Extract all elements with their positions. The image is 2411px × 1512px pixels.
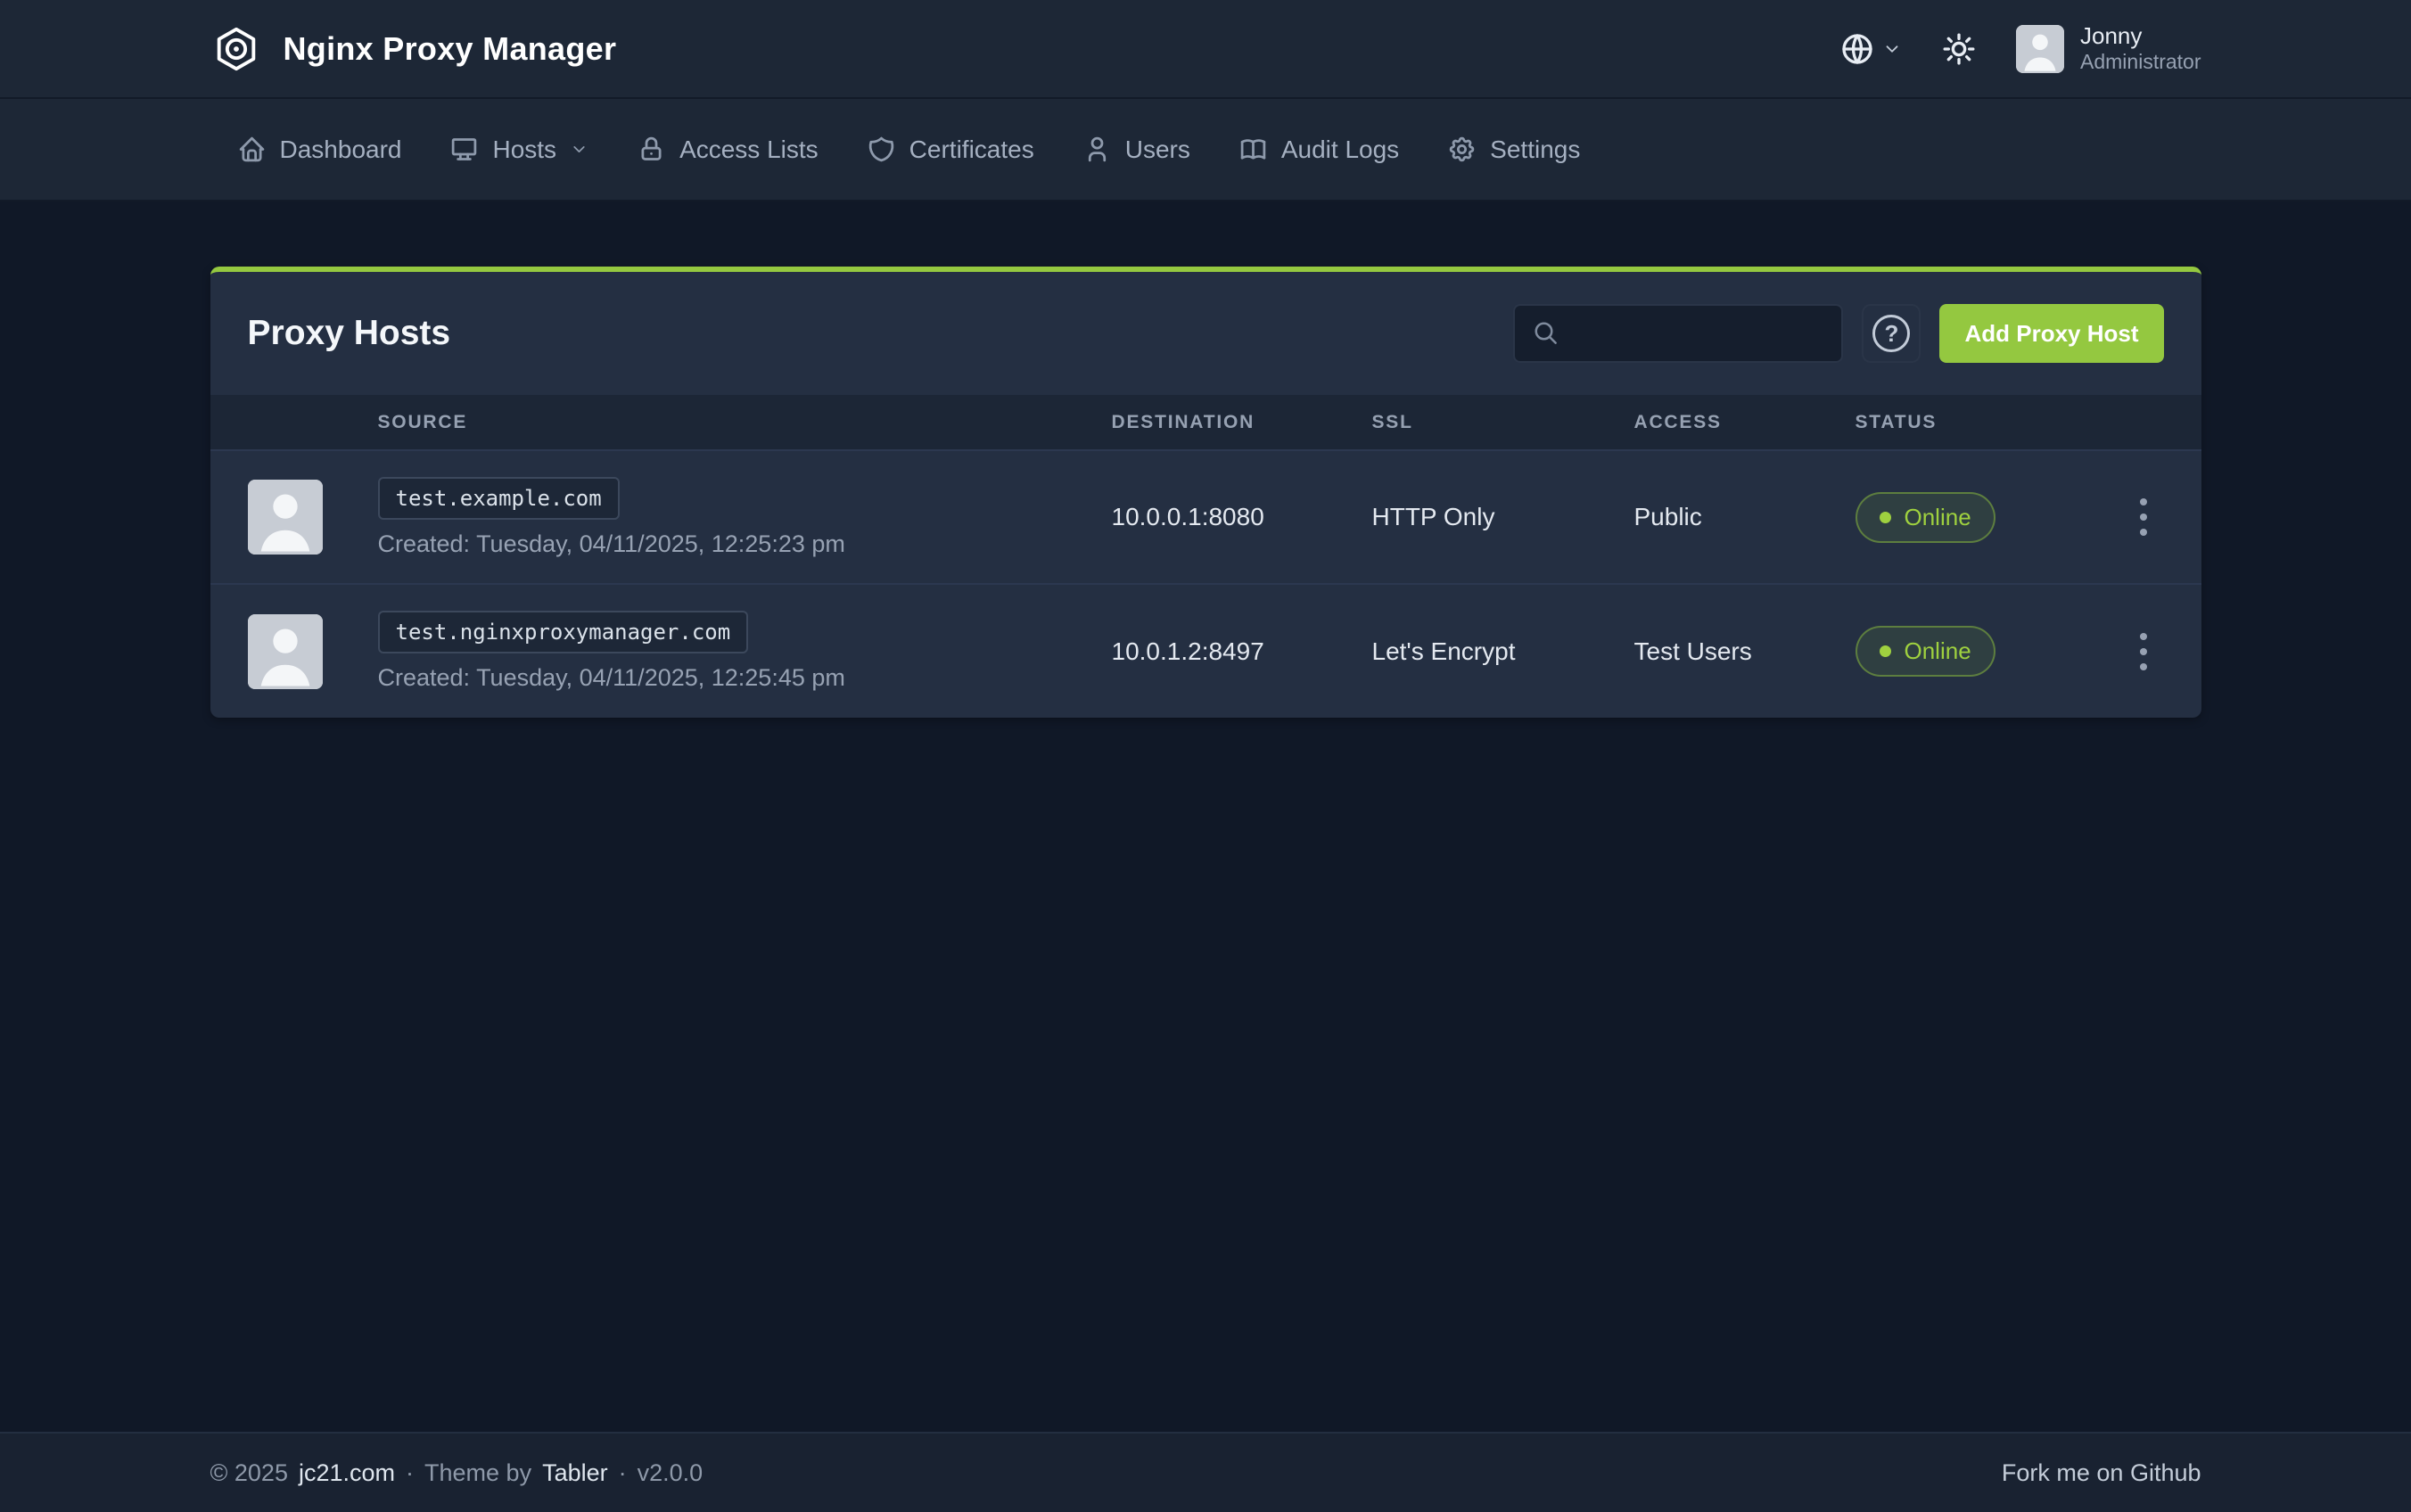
table-row[interactable]: test.nginxproxymanager.com Created: Tues…	[210, 584, 2201, 718]
column-header-actions	[2086, 395, 2201, 450]
dot-icon	[1880, 645, 1891, 657]
status-label: Online	[1905, 504, 1971, 531]
home-icon	[237, 135, 267, 164]
access-cell: Public	[1634, 503, 1702, 530]
user-role: Administrator	[2080, 50, 2201, 75]
status-badge: Online	[1856, 626, 1995, 677]
theme-toggle-button[interactable]	[1941, 31, 1977, 67]
app-title: Nginx Proxy Manager	[284, 30, 617, 68]
nav-label: Settings	[1490, 136, 1580, 164]
column-header-spacer	[210, 395, 378, 450]
globe-icon	[1839, 31, 1875, 67]
column-header-ssl: SSL	[1372, 395, 1634, 450]
nav-item-access-lists[interactable]: Access Lists	[637, 135, 819, 164]
separator: ·	[619, 1459, 627, 1487]
nav-label: Dashboard	[280, 136, 402, 164]
app-header: Nginx Proxy Manager	[0, 0, 2411, 99]
help-button[interactable]: ?	[1862, 304, 1921, 363]
book-icon	[1238, 135, 1268, 164]
add-proxy-host-button[interactable]: Add Proxy Host	[1939, 304, 2163, 363]
nav-item-certificates[interactable]: Certificates	[867, 135, 1034, 164]
theme-by-text: Theme by	[424, 1459, 531, 1487]
user-icon	[1082, 135, 1112, 164]
nav-item-users[interactable]: Users	[1082, 135, 1190, 164]
ssl-cell: Let's Encrypt	[1372, 637, 1516, 665]
app-footer: © 2025 jc21.com · Theme by Tabler · v2.0…	[0, 1432, 2411, 1512]
version-text: v2.0.0	[638, 1459, 704, 1487]
user-menu[interactable]: Jonny Administrator	[2016, 22, 2201, 75]
nav-item-settings[interactable]: Settings	[1447, 135, 1580, 164]
status-label: Online	[1905, 637, 1971, 665]
column-header-access: ACCESS	[1634, 395, 1856, 450]
table-header-row: SOURCE DESTINATION SSL ACCESS STATUS	[210, 395, 2201, 450]
column-header-destination: DESTINATION	[1112, 395, 1372, 450]
fork-github-link[interactable]: Fork me on Github	[2002, 1459, 2201, 1487]
created-text: Created: Tuesday, 04/11/2025, 12:25:45 p…	[378, 664, 1112, 692]
nav-item-hosts[interactable]: Hosts	[449, 135, 588, 164]
language-selector[interactable]	[1839, 31, 1902, 67]
monitor-icon	[449, 135, 479, 164]
search-input[interactable]	[1513, 304, 1843, 363]
chevron-down-icon	[570, 140, 588, 159]
dot-icon	[1880, 512, 1891, 523]
separator: ·	[406, 1459, 414, 1487]
destination-cell: 10.0.1.2:8497	[1112, 637, 1264, 665]
user-name: Jonny	[2080, 22, 2201, 50]
lock-icon	[637, 135, 666, 164]
brand-link[interactable]: Nginx Proxy Manager	[210, 23, 617, 75]
nav-label: Audit Logs	[1281, 136, 1399, 164]
nav-label: Users	[1125, 136, 1190, 164]
host-badge: test.nginxproxymanager.com	[378, 611, 749, 653]
column-header-source: SOURCE	[378, 395, 1112, 450]
search-icon	[1533, 320, 1559, 347]
host-badge: test.example.com	[378, 477, 620, 520]
created-text: Created: Tuesday, 04/11/2025, 12:25:23 p…	[378, 530, 1112, 558]
avatar	[248, 480, 323, 555]
row-actions-button[interactable]	[2129, 488, 2158, 546]
avatar	[2016, 25, 2064, 73]
proxy-hosts-table: SOURCE DESTINATION SSL ACCESS STATUS	[210, 395, 2201, 718]
sun-icon	[1941, 31, 1977, 67]
status-badge: Online	[1856, 492, 1995, 543]
nav-label: Certificates	[909, 136, 1034, 164]
tabler-link[interactable]: Tabler	[542, 1459, 608, 1487]
row-actions-button[interactable]	[2129, 622, 2158, 681]
nav-item-dashboard[interactable]: Dashboard	[237, 135, 402, 164]
page-title: Proxy Hosts	[248, 314, 451, 353]
help-circle-icon: ?	[1872, 315, 1910, 352]
jc21-link[interactable]: jc21.com	[299, 1459, 395, 1487]
gear-icon	[1447, 135, 1477, 164]
proxy-hosts-card: Proxy Hosts ? Add Proxy Host	[210, 267, 2201, 718]
nav-label: Access Lists	[679, 136, 819, 164]
column-header-status: STATUS	[1856, 395, 2086, 450]
table-row[interactable]: test.example.com Created: Tuesday, 04/11…	[210, 450, 2201, 584]
shield-icon	[867, 135, 896, 164]
nav-item-audit-logs[interactable]: Audit Logs	[1238, 135, 1399, 164]
npm-logo-icon	[210, 23, 262, 75]
main-nav: Dashboard Hosts Access Lists C	[0, 99, 2411, 200]
avatar	[248, 614, 323, 689]
destination-cell: 10.0.0.1:8080	[1112, 503, 1264, 530]
copyright-text: © 2025	[210, 1459, 288, 1487]
ssl-cell: HTTP Only	[1372, 503, 1495, 530]
chevron-down-icon	[1882, 39, 1902, 59]
access-cell: Test Users	[1634, 637, 1752, 665]
nav-label: Hosts	[492, 136, 556, 164]
